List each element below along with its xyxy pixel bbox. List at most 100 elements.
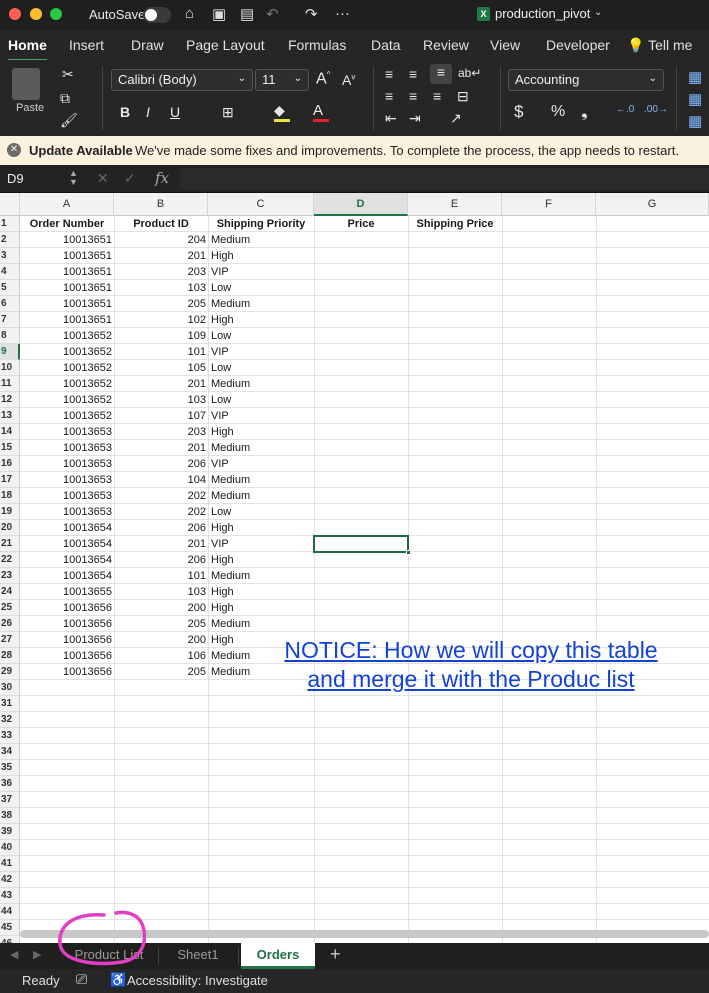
column-header-d[interactable]: D — [314, 193, 408, 216]
row-header[interactable]: 25 — [0, 600, 20, 616]
row-header[interactable]: 44 — [0, 904, 20, 920]
product-id-cell[interactable]: 204 — [114, 232, 208, 248]
row-header[interactable]: 19 — [0, 504, 20, 520]
row-header[interactable]: 4 — [0, 264, 20, 280]
align-left-icon[interactable]: ≡ — [385, 88, 393, 104]
comma-icon[interactable]: ❟ — [581, 102, 588, 122]
order-number-cell[interactable]: 10013651 — [20, 280, 114, 296]
row-header[interactable]: 17 — [0, 472, 20, 488]
close-window-button[interactable] — [9, 8, 21, 20]
row-header[interactable]: 26 — [0, 616, 20, 632]
ribbon-tab-page-layout[interactable]: Page Layout — [186, 37, 265, 53]
product-id-cell[interactable]: 103 — [114, 584, 208, 600]
row-header[interactable]: 36 — [0, 776, 20, 792]
order-number-cell[interactable]: 10013652 — [20, 376, 114, 392]
font-size-select[interactable]: 11 ⌄ — [255, 69, 309, 91]
product-id-cell[interactable]: 202 — [114, 504, 208, 520]
row-header[interactable]: 27 — [0, 632, 20, 648]
column-header-f[interactable]: F — [502, 193, 596, 216]
align-right-icon[interactable]: ≡ — [433, 88, 441, 104]
paste-button[interactable]: Paste — [16, 102, 44, 114]
number-format-select[interactable]: Accounting ⌄ — [508, 69, 664, 91]
row-header[interactable]: 10 — [0, 360, 20, 376]
spreadsheet-grid[interactable]: ABCDEFG 1 2 3 4 5 6 7 8 9 10 11 12 13 14 15 16 17 18 19 20 2… — [0, 193, 709, 943]
product-id-cell[interactable]: 205 — [114, 664, 208, 680]
namebox-stepper-icon[interactable]: ▲ ▼ — [69, 169, 78, 187]
row-header[interactable]: 31 — [0, 696, 20, 712]
dismiss-icon[interactable]: ✕ — [7, 143, 21, 157]
ribbon-tab-draw[interactable]: Draw — [131, 37, 164, 53]
copy-icon[interactable]: ⧉ — [60, 90, 70, 107]
row-header[interactable]: 22 — [0, 552, 20, 568]
decrease-indent-icon[interactable]: ⇤ — [385, 110, 397, 127]
order-number-cell[interactable]: 10013653 — [20, 424, 114, 440]
shipping-priority-cell[interactable]: Medium — [208, 296, 314, 312]
order-number-cell[interactable]: 10013654 — [20, 536, 114, 552]
document-title[interactable]: production_pivot — [495, 6, 590, 21]
row-header[interactable]: 45 — [0, 920, 20, 936]
order-number-cell[interactable]: 10013651 — [20, 232, 114, 248]
shipping-priority-cell[interactable]: Low — [208, 504, 314, 520]
align-center-icon[interactable]: ≡ — [409, 88, 417, 104]
column-header-a[interactable]: A — [20, 193, 114, 216]
order-number-cell[interactable]: 10013651 — [20, 264, 114, 280]
shipping-priority-cell[interactable]: High — [208, 552, 314, 568]
macro-record-icon[interactable]: ⎚ — [76, 971, 87, 988]
row-header[interactable]: 21 — [0, 536, 20, 552]
decrease-decimal-icon[interactable]: .00→ — [644, 104, 668, 115]
increase-decimal-icon[interactable]: ←.0 — [616, 104, 634, 115]
column-header-e[interactable]: E — [408, 193, 502, 216]
merge-center-icon[interactable]: ⊟ — [457, 88, 469, 105]
order-number-cell[interactable]: 10013653 — [20, 440, 114, 456]
function-icon[interactable]: fx — [155, 169, 169, 187]
row-header[interactable]: 34 — [0, 744, 20, 760]
minimize-window-button[interactable] — [30, 8, 42, 20]
chevron-down-icon[interactable]: ⌄ — [594, 7, 602, 18]
row-header[interactable]: 18 — [0, 488, 20, 504]
shipping-priority-cell[interactable]: Medium — [208, 616, 314, 632]
row-header[interactable]: 40 — [0, 840, 20, 856]
product-id-cell[interactable]: 109 — [114, 328, 208, 344]
scroll-right-icon[interactable]: ▶ — [33, 948, 41, 961]
row-header[interactable]: 5 — [0, 280, 20, 296]
shipping-priority-cell[interactable]: Low — [208, 360, 314, 376]
order-number-cell[interactable]: 10013656 — [20, 664, 114, 680]
row-header[interactable]: 16 — [0, 456, 20, 472]
row-header[interactable]: 39 — [0, 824, 20, 840]
row-header[interactable]: 3 — [0, 248, 20, 264]
product-id-cell[interactable]: 202 — [114, 488, 208, 504]
product-id-cell[interactable]: 104 — [114, 472, 208, 488]
shipping-priority-cell[interactable]: Medium — [208, 488, 314, 504]
order-number-cell[interactable]: 10013652 — [20, 344, 114, 360]
more-icon[interactable]: ··· — [335, 5, 350, 22]
row-header[interactable]: 12 — [0, 392, 20, 408]
shipping-priority-cell[interactable]: High — [208, 584, 314, 600]
orientation-icon[interactable]: ↗ — [450, 110, 462, 127]
product-id-cell[interactable]: 101 — [114, 568, 208, 584]
row-header[interactable]: 37 — [0, 792, 20, 808]
percent-icon[interactable]: % — [551, 103, 565, 121]
product-id-cell[interactable]: 105 — [114, 360, 208, 376]
autosave-toggle[interactable] — [143, 7, 171, 23]
product-id-cell[interactable]: 203 — [114, 264, 208, 280]
order-number-cell[interactable]: 10013656 — [20, 632, 114, 648]
shipping-priority-cell[interactable]: Medium — [208, 568, 314, 584]
product-id-cell[interactable]: 200 — [114, 632, 208, 648]
order-number-cell[interactable]: 10013654 — [20, 568, 114, 584]
row-header[interactable]: 1 — [0, 216, 20, 232]
product-id-cell[interactable]: 107 — [114, 408, 208, 424]
conditional-format-icon[interactable]: ▦ — [688, 68, 702, 86]
header-cell[interactable]: Price — [314, 216, 408, 232]
shipping-priority-cell[interactable]: High — [208, 248, 314, 264]
row-header[interactable]: 20 — [0, 520, 20, 536]
row-header[interactable]: 33 — [0, 728, 20, 744]
ribbon-tab-insert[interactable]: Insert — [69, 37, 104, 53]
order-number-cell[interactable]: 10013655 — [20, 584, 114, 600]
ribbon-tab-formulas[interactable]: Formulas — [288, 37, 346, 53]
shipping-priority-cell[interactable]: Medium — [208, 376, 314, 392]
formula-input[interactable] — [180, 168, 709, 190]
product-id-cell[interactable]: 203 — [114, 424, 208, 440]
order-number-cell[interactable]: 10013651 — [20, 296, 114, 312]
fill-handle[interactable] — [406, 550, 411, 555]
ribbon-tab-home[interactable]: Home — [8, 37, 47, 62]
